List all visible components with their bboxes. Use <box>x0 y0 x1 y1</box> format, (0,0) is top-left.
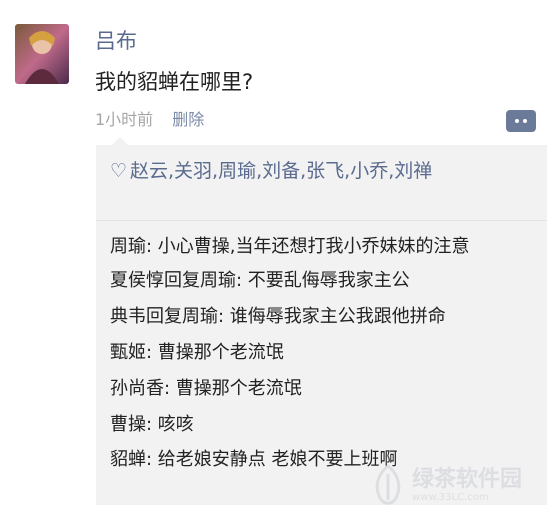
comment-item[interactable]: 孙尚香: 曹操那个老流氓 <box>110 374 302 400</box>
watermark-logo-icon <box>375 464 401 505</box>
watermark-title: 绿茶软件园 <box>412 467 523 492</box>
post-author-name[interactable]: 吕布 <box>95 25 137 55</box>
comment-item[interactable]: 夏侯惇回复周瑜: 不要乱侮辱我家主公 <box>110 266 410 292</box>
more-options-button[interactable] <box>506 110 536 132</box>
comment-item[interactable]: 周瑜: 小心曹操,当年还想打我小乔妹妹的注意 <box>110 232 470 258</box>
divider <box>96 220 547 221</box>
post-text: 我的貂蝉在哪里? <box>95 70 254 94</box>
post-time: 1小时前 <box>95 110 154 129</box>
likes-row: ♡ 赵云,关羽,周瑜,刘备,张飞,小乔,刘禅 <box>110 158 540 185</box>
more-dot-icon <box>523 119 527 123</box>
heart-icon: ♡ <box>110 160 128 182</box>
likes-names[interactable]: 赵云,关羽,周瑜,刘备,张飞,小乔,刘禅 <box>130 160 432 182</box>
post-meta: 1小时前 删除 <box>95 106 218 130</box>
more-dot-icon <box>515 119 519 123</box>
comment-item[interactable]: 貂蝉: 给老娘安静点 老娘不要上班啊 <box>110 445 398 471</box>
watermark-url: www.33LC.com <box>412 492 489 503</box>
comment-item[interactable]: 曹操: 咳咳 <box>110 410 194 436</box>
delete-link[interactable]: 删除 <box>172 110 204 129</box>
comment-item[interactable]: 典韦回复周瑜: 谁侮辱我家主公我跟他拼命 <box>110 302 446 328</box>
author-avatar[interactable] <box>15 24 69 84</box>
panel-caret <box>112 137 128 145</box>
comment-item[interactable]: 甄姬: 曹操那个老流氓 <box>110 338 284 364</box>
watermark: 绿茶软件园 www.33LC.com <box>370 460 545 512</box>
